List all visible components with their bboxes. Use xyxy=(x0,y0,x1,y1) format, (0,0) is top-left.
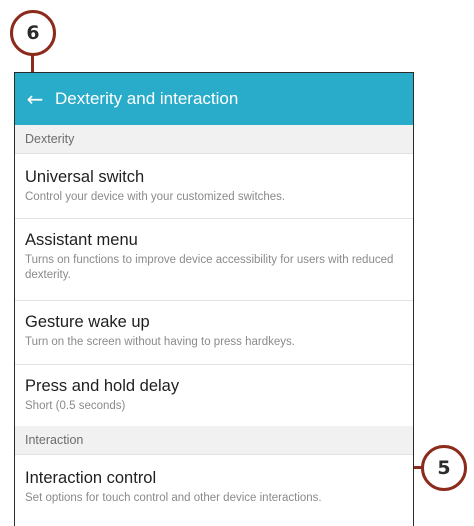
settings-item-interaction-control[interactable]: Interaction control Set options for touc… xyxy=(15,455,413,525)
item-title: Press and hold delay xyxy=(25,377,180,395)
item-title: Interaction control xyxy=(25,469,157,487)
settings-item-universal-switch[interactable]: Universal switch Control your device wit… xyxy=(15,154,413,219)
item-title: Universal switch xyxy=(25,168,145,186)
back-button[interactable]: ← xyxy=(15,73,55,125)
item-subtitle: Turn on the screen without having to pre… xyxy=(25,336,295,348)
page-title: Dexterity and interaction xyxy=(55,89,239,108)
section-header-interaction: Interaction xyxy=(15,426,413,455)
settings-item-assistant-menu[interactable]: Assistant menu Turns on functions to imp… xyxy=(15,219,413,301)
settings-item-press-and-hold-delay[interactable]: Press and hold delay Short (0.5 seconds) xyxy=(15,365,413,426)
callout-5: 5 xyxy=(421,445,467,491)
arrow-left-icon: ← xyxy=(26,87,44,111)
item-title: Assistant menu xyxy=(25,231,138,249)
item-subtitle: Turns on functions to improve device acc… xyxy=(25,254,394,281)
item-subtitle: Set options for touch control and other … xyxy=(25,492,322,504)
phone-screen: ← Dexterity and interaction Dexterity Un… xyxy=(14,72,414,526)
callout-6: 6 xyxy=(10,10,56,56)
item-subtitle: Short (0.5 seconds) xyxy=(25,400,126,412)
item-subtitle: Control your device with your customized… xyxy=(25,191,286,203)
settings-item-gesture-wake-up[interactable]: Gesture wake up Turn on the screen witho… xyxy=(15,301,413,365)
item-title: Gesture wake up xyxy=(25,313,150,331)
app-bar: ← Dexterity and interaction xyxy=(15,73,413,125)
section-header-dexterity: Dexterity xyxy=(15,125,413,154)
